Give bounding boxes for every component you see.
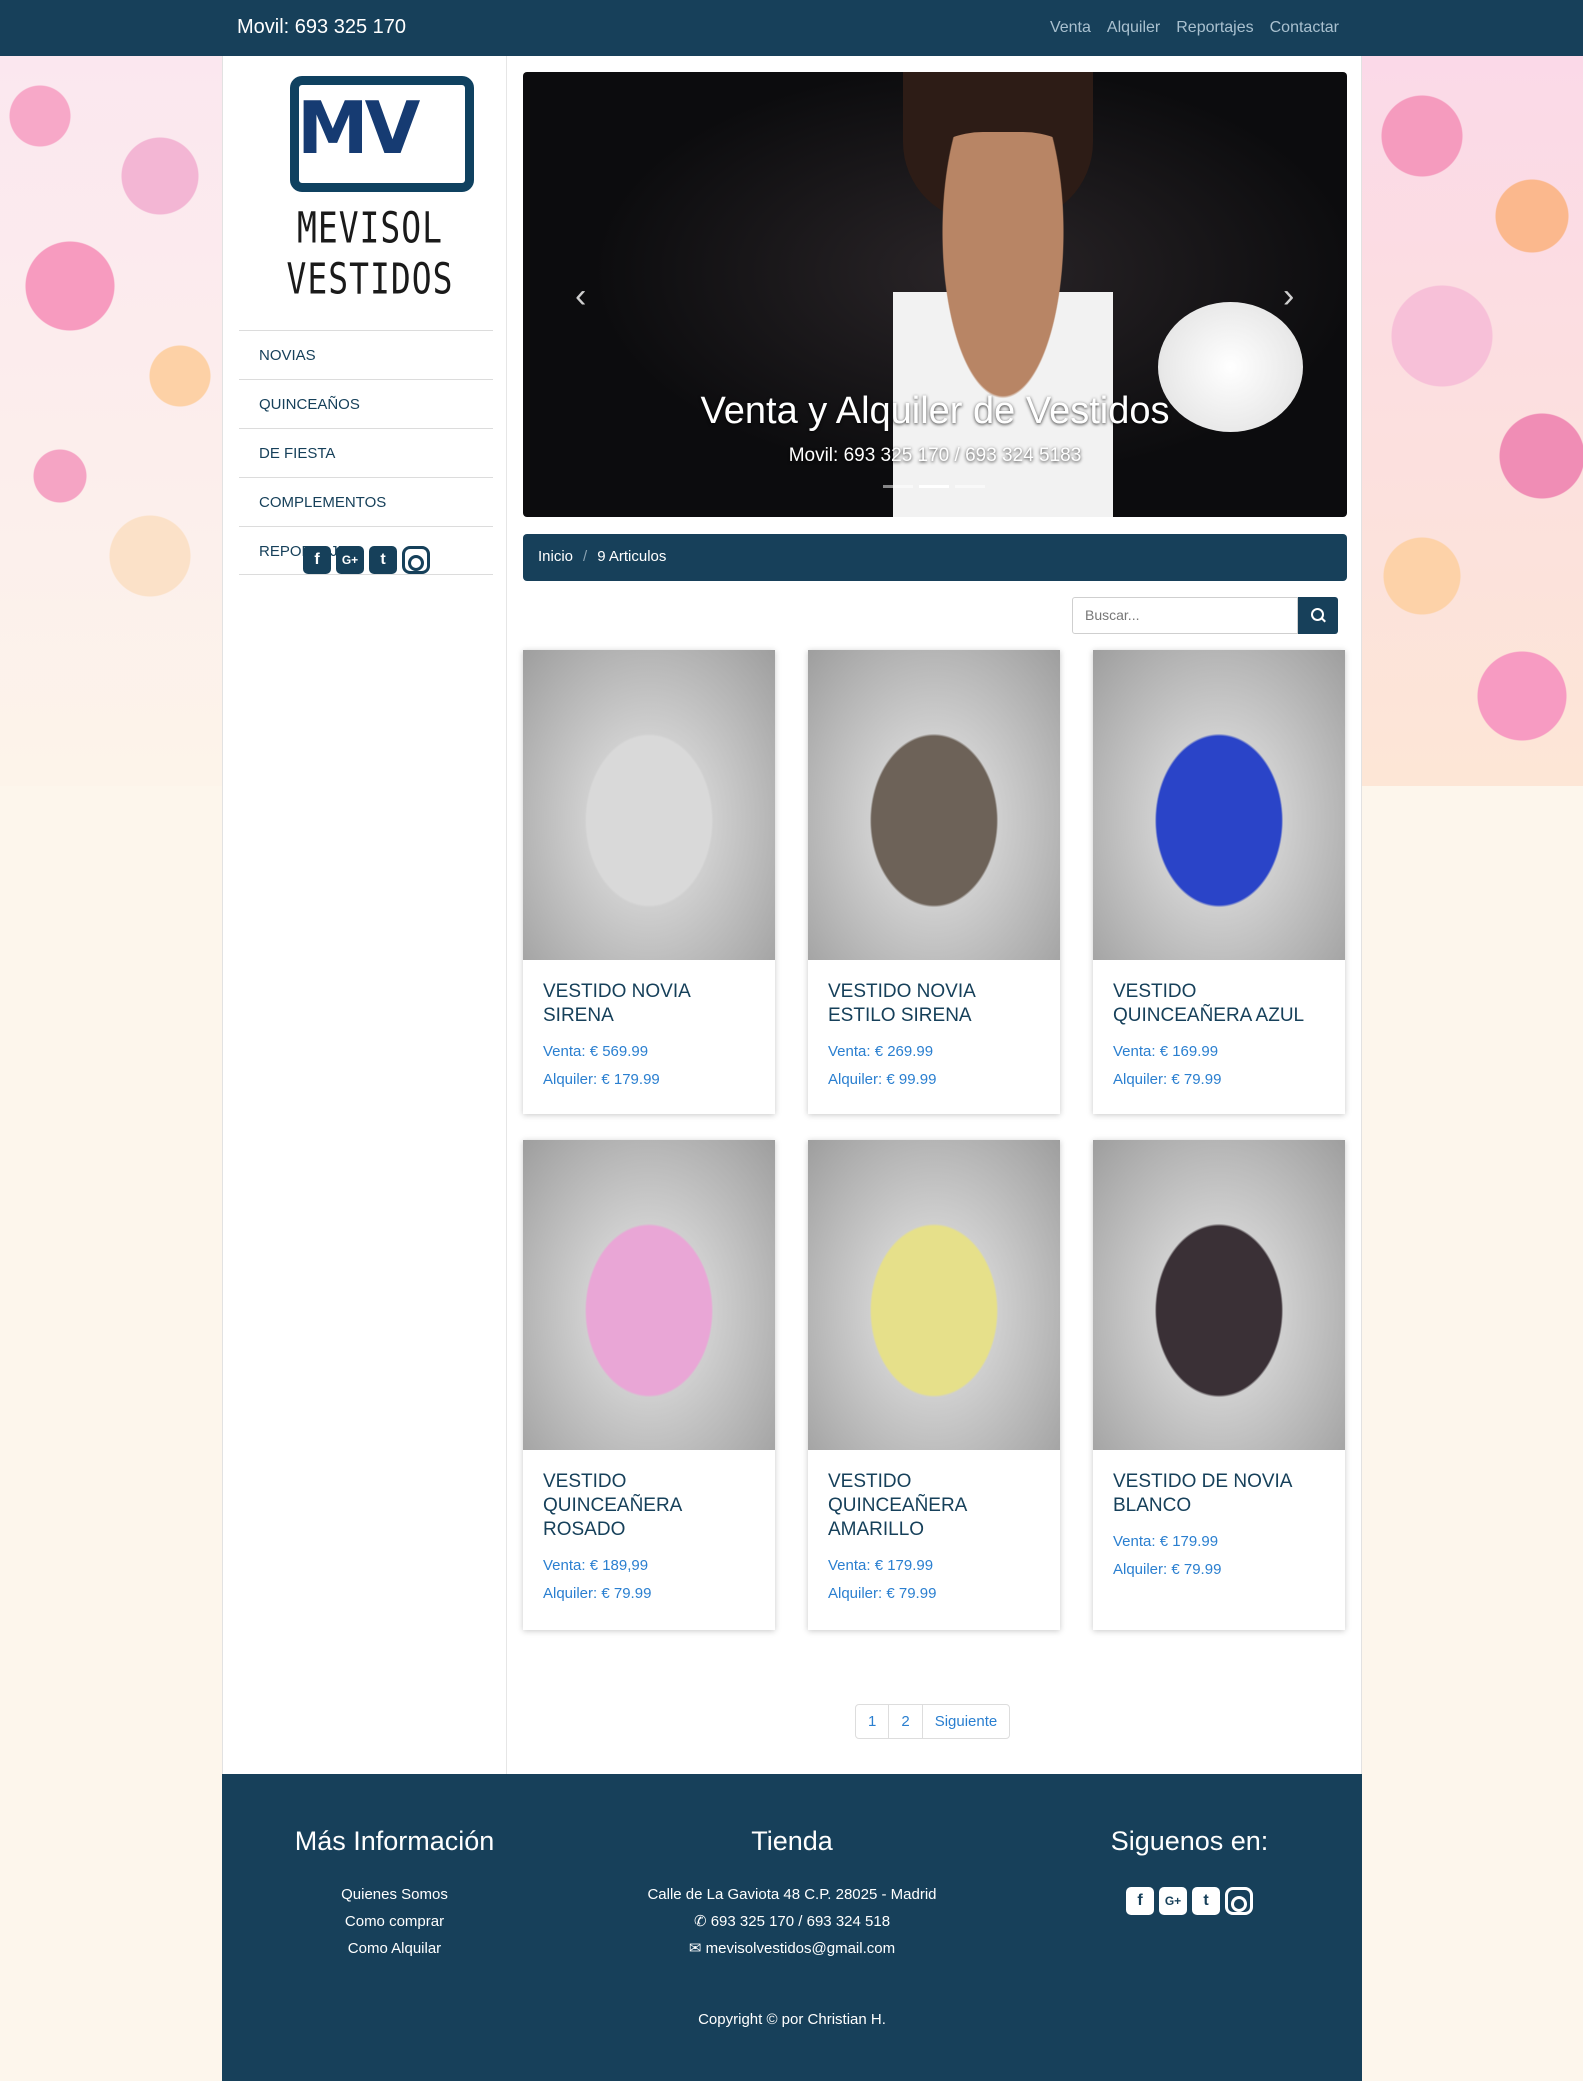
product-rent-price: Alquiler: € 79.99 <box>828 1585 937 1602</box>
search-input[interactable]: Buscar... <box>1072 597 1298 634</box>
product-card[interactable]: VESTIDO QUINCEAÑERA AZUL Venta: € 169.99… <box>1093 650 1345 1114</box>
page-link-2[interactable]: 2 <box>889 1705 923 1738</box>
carousel-subtitle: Movil: 693 325 170 / 693 324 5183 <box>788 445 1082 466</box>
breadcrumb: Inicio / 9 Articulos <box>523 534 1347 581</box>
footer-email-row: ✉ mevisolvestidos@gmail.com <box>567 1935 1017 1962</box>
product-rent-price: Alquiler: € 79.99 <box>543 1585 652 1602</box>
product-title[interactable]: VESTIDO DE NOVIA BLANCO <box>1093 1450 1345 1518</box>
nav-reportajes[interactable]: Reportajes <box>1176 19 1253 37</box>
breadcrumb-separator: / <box>583 548 588 565</box>
carousel-title: Venta y Alquiler de Vestidos <box>700 390 1170 432</box>
sidebar: MV MEVISOL VESTIDOS NOVIAS QUINCEAÑOS DE… <box>223 56 507 1774</box>
carousel-indicator-2[interactable] <box>919 485 949 488</box>
product-card[interactable]: VESTIDO QUINCEAÑERA AMARILLO Venta: € 17… <box>808 1140 1060 1630</box>
product-sale-price: Venta: € 169.99 <box>1113 1043 1219 1060</box>
sidebar-social-icons: f G+ t <box>303 546 430 574</box>
facebook-icon[interactable]: f <box>303 546 331 574</box>
facebook-icon[interactable]: f <box>1126 1887 1154 1915</box>
footer-info-column: Más Información Quienes Somos Como compr… <box>222 1826 567 1962</box>
nav-contactar[interactable]: Contactar <box>1270 19 1339 37</box>
footer-link-como-comprar[interactable]: Como comprar <box>222 1908 567 1935</box>
product-rent-price: Alquiler: € 179.99 <box>543 1071 660 1088</box>
nav-venta[interactable]: Venta <box>1050 19 1091 37</box>
search-form: Buscar... <box>1072 597 1338 634</box>
product-title[interactable]: VESTIDO QUINCEAÑERA ROSADO <box>523 1450 775 1542</box>
product-rent-price: Alquiler: € 79.99 <box>1113 1071 1222 1088</box>
page-link-1[interactable]: 1 <box>856 1705 890 1738</box>
phone-icon: ✆ <box>693 1913 711 1930</box>
carousel-prev-arrow-icon[interactable]: ‹ <box>575 277 586 316</box>
footer-follow-title: Siguenos en: <box>1110 1826 1269 1856</box>
footer-store-title: Tienda <box>751 1826 833 1856</box>
instagram-icon[interactable] <box>402 546 430 574</box>
product-image[interactable] <box>1093 1140 1345 1450</box>
product-rent-price: Alquiler: € 79.99 <box>1113 1561 1222 1578</box>
product-image[interactable] <box>523 1140 775 1450</box>
carousel-caption: Venta y Alquiler de Vestidos Movil: 693 … <box>523 390 1347 467</box>
menu-item-novias[interactable]: NOVIAS <box>239 330 493 379</box>
carousel-indicator-3[interactable] <box>955 485 985 488</box>
logo-brand-text: MEVISOL VESTIDOS <box>286 202 454 304</box>
twitter-icon[interactable]: t <box>369 546 397 574</box>
google-plus-icon[interactable]: G+ <box>1159 1887 1187 1915</box>
main-content: ‹ › Venta y Alquiler de Vestidos Movil: … <box>507 56 1363 1774</box>
page-container: MV MEVISOL VESTIDOS NOVIAS QUINCEAÑOS DE… <box>222 56 1362 1774</box>
product-image[interactable] <box>523 650 775 960</box>
page-link-next[interactable]: Siguiente <box>923 1705 1010 1738</box>
site-logo[interactable]: MV MEVISOL VESTIDOS <box>243 76 493 304</box>
logo-mark: MV <box>297 86 420 170</box>
pagination: 1 2 Siguiente <box>855 1704 1011 1739</box>
product-rent-price: Alquiler: € 99.99 <box>828 1071 937 1088</box>
product-sale-price: Venta: € 179.99 <box>1113 1533 1219 1550</box>
footer-store-column: Tienda Calle de La Gaviota 48 C.P. 28025… <box>567 1826 1017 1962</box>
breadcrumb-home[interactable]: Inicio <box>538 548 573 567</box>
footer-info-title: Más Información <box>294 1826 495 1856</box>
product-sale-price: Venta: € 189,99 <box>543 1557 649 1574</box>
footer-phone-row: ✆ 693 325 170 / 693 324 518 <box>567 1908 1017 1935</box>
product-sale-price: Venta: € 269.99 <box>828 1043 934 1060</box>
footer-link-como-alquilar[interactable]: Como Alquilar <box>222 1935 567 1962</box>
site-footer: Más Información Quienes Somos Como compr… <box>222 1774 1362 2081</box>
search-button[interactable] <box>1298 597 1338 634</box>
menu-item-complementos[interactable]: COMPLEMENTOS <box>239 477 493 526</box>
product-card[interactable]: VESTIDO NOVIA ESTILO SIRENA Venta: € 269… <box>808 650 1060 1114</box>
floral-background-right <box>1362 56 1583 786</box>
breadcrumb-current: 9 Articulos <box>597 548 667 565</box>
carousel-indicator-1[interactable] <box>883 485 913 488</box>
product-title[interactable]: VESTIDO NOVIA SIRENA <box>523 960 775 1028</box>
product-card[interactable]: VESTIDO DE NOVIA BLANCO Venta: € 179.99 … <box>1093 1140 1345 1630</box>
carousel-next-arrow-icon[interactable]: › <box>1283 277 1294 316</box>
product-title[interactable]: VESTIDO QUINCEAÑERA AZUL <box>1093 960 1345 1028</box>
footer-address: Calle de La Gaviota 48 C.P. 28025 - Madr… <box>647 1886 937 1903</box>
product-sale-price: Venta: € 569.99 <box>543 1043 649 1060</box>
product-title[interactable]: VESTIDO QUINCEAÑERA AMARILLO <box>808 1450 1060 1542</box>
footer-phones: 693 325 170 / 693 324 518 <box>710 1913 891 1930</box>
top-navbar: Movil: 693 325 170 Venta Alquiler Report… <box>0 0 1583 56</box>
menu-item-quinceanos[interactable]: QUINCEAÑOS <box>239 379 493 428</box>
envelope-icon: ✉ <box>688 1940 706 1957</box>
floral-background-left <box>0 56 222 786</box>
footer-email[interactable]: mevisolvestidos@gmail.com <box>706 1940 895 1957</box>
product-card[interactable]: VESTIDO NOVIA SIRENA Venta: € 569.99 Alq… <box>523 650 775 1114</box>
hero-carousel: ‹ › Venta y Alquiler de Vestidos Movil: … <box>523 72 1347 517</box>
product-image[interactable] <box>1093 650 1345 960</box>
footer-follow-column: Siguenos en: f G+ t <box>1017 1826 1362 1915</box>
footer-copyright: Copyright © por Christian H. <box>698 2011 886 2028</box>
category-menu: NOVIAS QUINCEAÑOS DE FIESTA COMPLEMENTOS… <box>239 330 493 575</box>
product-image[interactable] <box>808 1140 1060 1450</box>
google-plus-icon[interactable]: G+ <box>336 546 364 574</box>
footer-social-icons: f G+ t <box>1017 1887 1362 1915</box>
nav-alquiler[interactable]: Alquiler <box>1107 19 1160 37</box>
product-card[interactable]: VESTIDO QUINCEAÑERA ROSADO Venta: € 189,… <box>523 1140 775 1630</box>
product-sale-price: Venta: € 179.99 <box>828 1557 934 1574</box>
menu-item-de-fiesta[interactable]: DE FIESTA <box>239 428 493 477</box>
product-image[interactable] <box>808 650 1060 960</box>
instagram-icon[interactable] <box>1225 1887 1253 1915</box>
navbar-phone: Movil: 693 325 170 <box>237 16 407 38</box>
twitter-icon[interactable]: t <box>1192 1887 1220 1915</box>
carousel-indicators <box>883 485 985 488</box>
navbar-links: Venta Alquiler Reportajes Contactar <box>1050 19 1339 37</box>
footer-link-quienes-somos[interactable]: Quienes Somos <box>222 1881 567 1908</box>
product-title[interactable]: VESTIDO NOVIA ESTILO SIRENA <box>808 960 1060 1028</box>
